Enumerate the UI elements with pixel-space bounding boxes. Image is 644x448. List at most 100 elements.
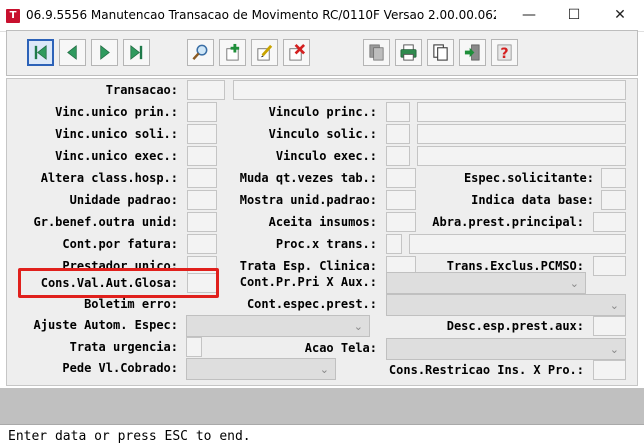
highlight-box [18,268,219,298]
boletim-erro-label: Boletim erro: [84,297,178,311]
desc-esp-prest-aux-field[interactable] [593,316,626,336]
print-button[interactable] [395,39,422,66]
close-button[interactable]: ✕ [597,0,643,32]
cont-por-fatura-field[interactable] [187,234,217,254]
desc-esp-prest-aux-label: Desc.esp.prest.aux: [446,319,584,333]
cons-restricao-ins-x-pro-label: Cons.Restricao Ins. X Pro.: [388,363,584,377]
vinc-unico-exec-label: Vinc.unico exec.: [55,149,178,163]
add-record-button[interactable] [219,39,246,66]
next-icon [100,45,110,60]
vinc-unico-soli-label: Vinc.unico soli.: [55,127,178,141]
gr-benef-outra-unid-label: Gr.benef.outra unid: [33,215,179,229]
vinculo-princ-description-field[interactable] [417,102,626,122]
vinculo-solic-label: Vinculo solic.: [268,127,377,141]
proc-x-trans-description-field[interactable] [409,234,626,254]
message-area [0,388,644,424]
title-bar: T 06.9.5556 Manutencao Transacao de Movi… [0,0,644,32]
transacao-description-field[interactable] [233,80,626,100]
previous-icon [67,45,77,60]
acao-tela-label: Acao Tela: [304,341,377,355]
copy-icon [369,44,384,61]
unidade-padrao-label: Unidade padrao: [69,193,178,207]
printer-icon [400,44,417,61]
vinc-unico-prin-label: Vinc.unico prin.: [55,105,178,119]
cons-restricao-ins-x-pro-field[interactable] [593,360,626,380]
toolbar: ? [6,30,638,76]
vinculo-exec-description-field[interactable] [417,146,626,166]
indica-data-base-label: Indica data base: [471,193,594,207]
trata-esp-clinica-label: Trata Esp. Clinica: [239,259,377,273]
cont-por-fatura-label: Cont.por fatura: [62,237,178,251]
next-record-button[interactable] [91,39,118,66]
first-record-button[interactable] [27,39,54,66]
transacao-field[interactable] [187,80,225,100]
vinc-unico-exec-field[interactable] [187,146,217,166]
mostra-unid-padrao-label: Mostra unid.padrao: [239,193,377,207]
vinculo-solic-description-field[interactable] [417,124,626,144]
vinculo-exec-field[interactable] [386,146,410,166]
svg-text:?: ? [500,46,508,62]
aceita-insumos-label: Aceita insumos: [268,215,377,229]
minimize-button[interactable]: — [506,0,552,32]
vinculo-exec-label: Vinculo exec.: [275,149,377,163]
vinc-unico-prin-field[interactable] [187,102,217,122]
search-button[interactable] [187,39,214,66]
muda-qt-vezes-tab-label: Muda qt.vezes tab.: [239,171,377,185]
window-title: 06.9.5556 Manutencao Transacao de Movime… [26,8,496,22]
indica-data-base-field[interactable] [601,190,626,210]
exit-door-icon [464,44,480,61]
previous-record-button[interactable] [59,39,86,66]
mostra-unid-padrao-field[interactable] [386,190,416,210]
pede-vl-cobrado-combo[interactable]: ⌄ [186,358,336,380]
pede-vl-cobrado-label: Pede Vl.Cobrado: [62,361,178,375]
last-icon [130,45,143,60]
app-icon: T [6,9,20,23]
vinculo-princ-field[interactable] [386,102,410,122]
cont-pr-pri-x-aux-label: Cont.Pr.Pri X Aux.: [239,275,377,289]
status-bar: Enter data or press ESC to end. [0,424,644,448]
acao-tela-combo[interactable]: ⌄ [386,338,626,360]
altera-class-hosp-field[interactable] [187,168,217,188]
delete-icon [289,43,306,61]
abra-prest-principal-field[interactable] [593,212,626,232]
ajuste-autom-espec-label: Ajuste Autom. Espec: [33,318,179,332]
unidade-padrao-field[interactable] [187,190,217,210]
abra-prest-principal-label: Abra.prest.principal: [432,215,584,229]
vinculo-solic-field[interactable] [386,124,410,144]
edit-icon [257,44,273,61]
pages-icon [433,44,448,61]
altera-class-hosp-label: Altera class.hosp.: [40,171,178,185]
maximize-button[interactable]: ☐ [551,0,597,32]
duplicate-button[interactable] [427,39,454,66]
first-icon [34,45,47,60]
gr-benef-outra-unid-field[interactable] [187,212,217,232]
muda-qt-vezes-tab-field[interactable] [386,168,416,188]
proc-x-trans-field[interactable] [386,234,402,254]
edit-record-button[interactable] [251,39,278,66]
cont-espec-prest-combo[interactable]: ⌄ [386,294,626,316]
espec-solicitante-label: Espec.solicitante: [463,171,594,185]
add-icon [226,43,240,61]
help-icon: ? [497,44,512,62]
chevron-down-icon: ⌄ [609,299,619,312]
espec-solicitante-field[interactable] [601,168,626,188]
delete-record-button[interactable] [283,39,310,66]
exit-button[interactable] [459,39,486,66]
ajuste-autom-espec-combo[interactable]: ⌄ [186,315,370,337]
chevron-down-icon: ⌄ [353,320,363,333]
trata-urgencia-field[interactable] [186,337,202,357]
chevron-down-icon: ⌄ [609,343,619,356]
last-record-button[interactable] [123,39,150,66]
magnifier-icon [192,44,208,60]
vinc-unico-soli-field[interactable] [187,124,217,144]
vinculo-princ-label: Vinculo princ.: [268,105,377,119]
copy-record-button[interactable] [363,39,390,66]
cont-pr-pri-x-aux-combo[interactable]: ⌄ [386,272,586,294]
chevron-down-icon: ⌄ [319,363,329,376]
cont-espec-prest-label: Cont.espec.prest.: [246,297,377,311]
transacao-label: Transacao: [105,83,178,97]
help-button[interactable]: ? [491,39,518,66]
proc-x-trans-label: Proc.x trans.: [275,237,377,251]
trata-urgencia-label: Trata urgencia: [69,340,178,354]
trans-exclus-pcmso-field[interactable] [593,256,626,276]
